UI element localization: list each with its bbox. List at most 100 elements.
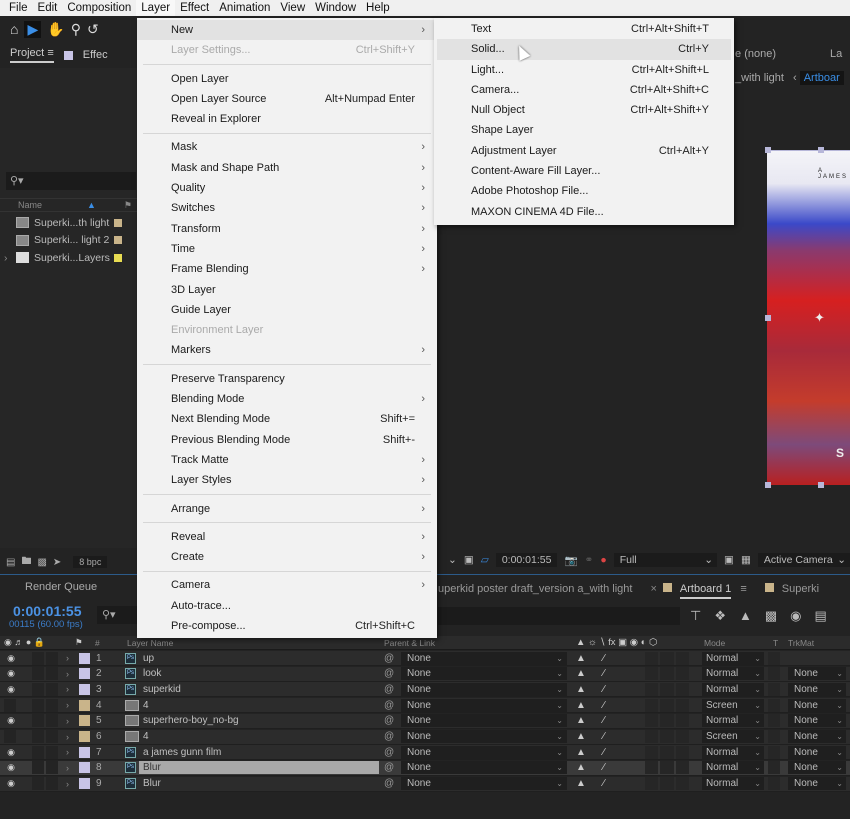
menu-item-new-text[interactable]: Text Ctrl+Alt+Shift+T: [437, 19, 731, 39]
shy-switch-icon[interactable]: ▲: [576, 700, 586, 711]
eye-visibility-icon[interactable]: ◉: [5, 715, 17, 726]
parent-dropdown[interactable]: None ⌄: [401, 698, 567, 712]
layer-switch-boxes[interactable]: [645, 651, 689, 665]
menu-item-open-layer[interactable]: Open Layer: [137, 69, 437, 89]
viewer-timecode[interactable]: 0:00:01:55: [495, 553, 558, 567]
pick-whip-icon[interactable]: @: [384, 684, 394, 695]
tab-render-queue[interactable]: Render Queue: [25, 581, 97, 593]
lock-toggle[interactable]: [46, 745, 58, 759]
pick-whip-icon[interactable]: @: [384, 778, 394, 789]
shy-switch-icon[interactable]: ▲: [576, 684, 586, 695]
project-search-input[interactable]: ⚲▾: [6, 172, 136, 190]
blend-mode-dropdown[interactable]: Screen ⌄: [702, 698, 764, 712]
layer-name[interactable]: up: [143, 653, 154, 664]
preserve-transparency-toggle[interactable]: [768, 714, 780, 728]
eye-visibility-icon[interactable]: ◉: [5, 668, 17, 679]
motion-blur-icon[interactable]: ◉: [790, 608, 801, 624]
show-snapshot-icon[interactable]: ⚭: [585, 554, 594, 566]
preserve-transparency-toggle[interactable]: [768, 698, 780, 712]
quality-switch-icon[interactable]: ∕: [603, 778, 605, 789]
visibility-toggle[interactable]: [4, 730, 16, 743]
layer-row[interactable]: › 6 4 @ None ⌄ ▲ ∕ Screen ⌄ None ⌄: [0, 729, 850, 745]
preserve-transparency-toggle[interactable]: [768, 761, 780, 775]
parent-dropdown[interactable]: None ⌄: [401, 777, 567, 791]
blend-mode-dropdown[interactable]: Screen ⌄: [702, 730, 764, 743]
layer-name[interactable]: 4: [143, 731, 149, 742]
track-matte-dropdown[interactable]: None ⌄: [788, 761, 846, 775]
transparency-grid-icon[interactable]: ▦: [741, 554, 751, 566]
zoom-tool-icon[interactable]: ⚲: [71, 21, 81, 38]
lock-toggle[interactable]: [46, 667, 58, 681]
layer-name[interactable]: Blur: [143, 778, 161, 789]
expand-chevron-icon[interactable]: ›: [66, 747, 69, 757]
parent-dropdown[interactable]: None ⌄: [401, 730, 567, 743]
solo-toggle[interactable]: [32, 667, 44, 681]
menu-item-new-null-object[interactable]: Null Object Ctrl+Alt+Shift+Y: [437, 100, 731, 120]
solo-toggle[interactable]: [32, 714, 44, 728]
name-column-header[interactable]: Name: [18, 200, 42, 210]
frame-blending-icon[interactable]: ▩: [765, 608, 777, 624]
blend-mode-dropdown[interactable]: Normal ⌄: [702, 682, 764, 696]
expand-chevron-icon[interactable]: ›: [4, 252, 8, 264]
menu-item-new-adjustment-layer[interactable]: Adjustment Layer Ctrl+Alt+Y: [437, 141, 731, 161]
transform-handle[interactable]: [818, 147, 824, 153]
menu-item-mask[interactable]: Mask ›: [137, 137, 437, 157]
shy-switch-icon[interactable]: ▲: [576, 653, 586, 664]
layer-switch-boxes[interactable]: [645, 698, 689, 712]
bit-depth-button[interactable]: 8 bpc: [73, 556, 108, 568]
pick-whip-icon[interactable]: @: [384, 668, 394, 679]
solo-toggle[interactable]: [32, 682, 44, 696]
layer-switch-boxes[interactable]: [645, 745, 689, 759]
menu-item-arrange[interactable]: Arrange ›: [137, 499, 437, 519]
layer-switch-boxes[interactable]: [645, 761, 689, 775]
layer-switch-boxes[interactable]: [645, 714, 689, 728]
breadcrumb-previous[interactable]: _with light: [735, 72, 784, 84]
eye-visibility-icon[interactable]: ◉: [5, 778, 17, 789]
solo-toggle[interactable]: [32, 745, 44, 759]
blend-mode-dropdown[interactable]: Normal ⌄: [702, 667, 764, 681]
label-color-swatch[interactable]: [79, 715, 90, 727]
project-item[interactable]: Superki... light 2: [0, 232, 138, 249]
timeline-layer-search[interactable]: [438, 607, 680, 625]
lock-toggle[interactable]: [46, 730, 58, 743]
label-color-swatch[interactable]: [114, 218, 122, 227]
transform-handle[interactable]: [765, 147, 771, 153]
expand-chevron-icon[interactable]: ›: [66, 653, 69, 663]
hand-tool-icon[interactable]: ✋: [47, 21, 64, 38]
menu-item-track-matte[interactable]: Track Matte ›: [137, 450, 437, 470]
blend-mode-dropdown[interactable]: Normal ⌄: [702, 714, 764, 728]
menu-window[interactable]: Window: [310, 0, 361, 16]
label-color-swatch[interactable]: [79, 731, 90, 742]
label-color-swatch[interactable]: [79, 652, 90, 664]
menu-item-reveal-in-explorer[interactable]: Reveal in Explorer: [137, 109, 437, 129]
parent-dropdown[interactable]: None ⌄: [401, 651, 567, 665]
grid-guides-icon[interactable]: ▣: [464, 554, 474, 566]
rotate-tool-icon[interactable]: ↺: [87, 21, 99, 38]
parent-dropdown[interactable]: None ⌄: [401, 714, 567, 728]
menu-layer[interactable]: Layer: [136, 0, 176, 16]
expand-chevron-icon[interactable]: ›: [66, 716, 69, 726]
timeline-tab[interactable]: × Artboard 1 ≡: [650, 583, 747, 599]
menu-view[interactable]: View: [275, 0, 310, 16]
interpret-footage-icon[interactable]: ▤: [6, 557, 15, 568]
quality-switch-icon[interactable]: ∕: [603, 684, 605, 695]
mask-visibility-icon[interactable]: ▱: [481, 554, 489, 566]
label-color-swatch[interactable]: [79, 778, 90, 790]
layer-switch-boxes[interactable]: [645, 777, 689, 791]
label-color-swatch[interactable]: [79, 699, 90, 711]
expand-chevron-icon[interactable]: ›: [66, 732, 69, 742]
preserve-transparency-toggle[interactable]: [768, 730, 780, 743]
panel-menu-icon[interactable]: ≡: [740, 583, 746, 595]
new-folder-icon[interactable]: 🖿: [21, 554, 31, 571]
eye-visibility-icon[interactable]: ◉: [5, 747, 17, 758]
parent-dropdown[interactable]: None ⌄: [401, 667, 567, 681]
new-composition-icon[interactable]: ▩: [37, 557, 46, 568]
quality-switch-icon[interactable]: ∕: [603, 700, 605, 711]
current-time-display[interactable]: 0:00:01:55: [13, 603, 82, 619]
label-color-swatch[interactable]: [79, 668, 90, 680]
expand-chevron-icon[interactable]: ›: [66, 700, 69, 710]
menu-item-guide-layer[interactable]: Guide Layer: [137, 300, 437, 320]
label-color-swatch[interactable]: [114, 253, 122, 262]
menu-item-reveal[interactable]: Reveal ›: [137, 527, 437, 547]
quality-switch-icon[interactable]: ∕: [603, 762, 605, 773]
